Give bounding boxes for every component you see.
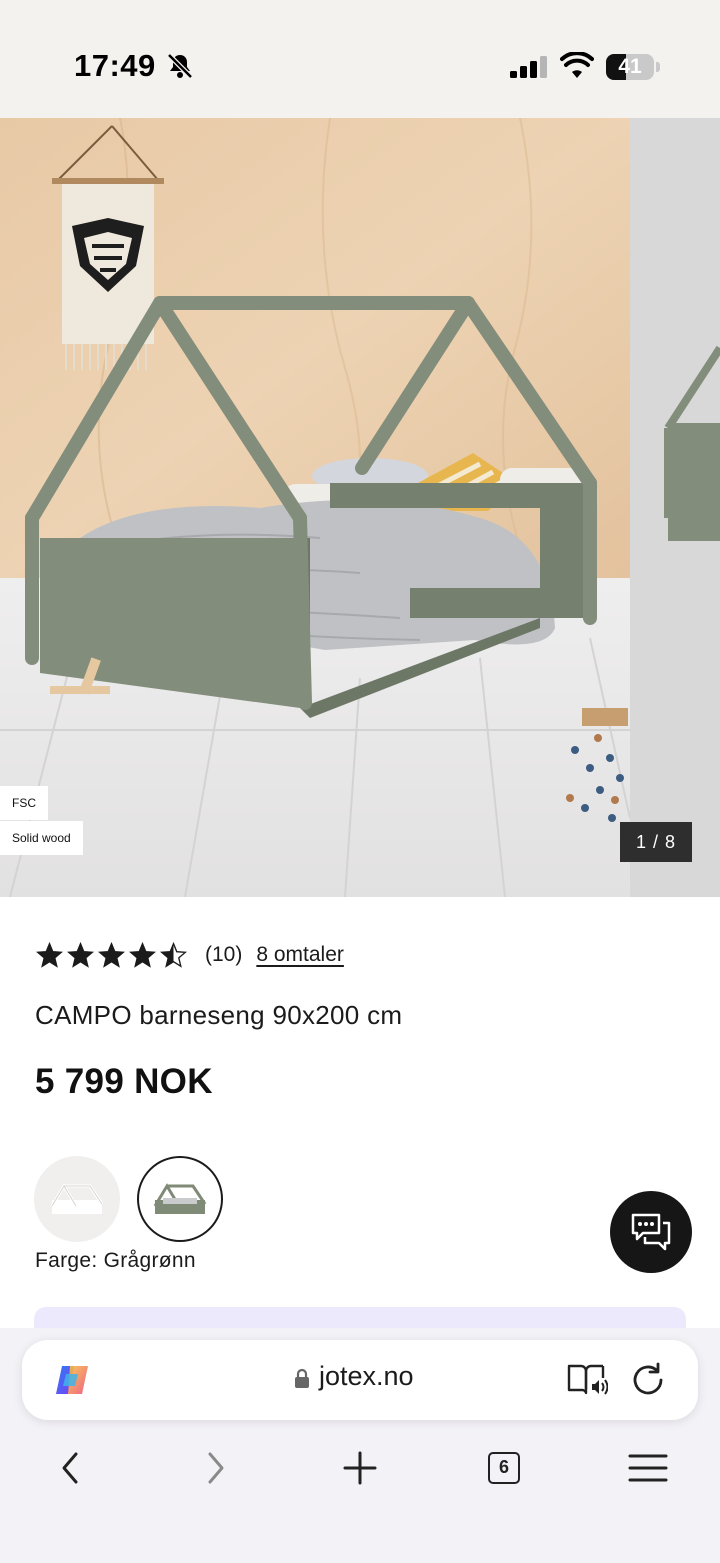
lock-icon bbox=[295, 1368, 309, 1388]
star-icon bbox=[129, 941, 156, 968]
fsc-badge: FSC bbox=[0, 786, 48, 820]
copilot-icon[interactable] bbox=[52, 1360, 92, 1400]
back-icon bbox=[62, 1452, 78, 1484]
chat-button[interactable] bbox=[610, 1191, 692, 1273]
back-button[interactable] bbox=[50, 1448, 94, 1488]
forward-button[interactable] bbox=[194, 1448, 238, 1488]
new-tab-button[interactable] bbox=[338, 1448, 382, 1488]
bed-white-thumbnail-icon bbox=[50, 1183, 104, 1214]
product-photo bbox=[0, 118, 720, 897]
star-icon bbox=[36, 941, 63, 968]
product-image-gallery[interactable]: FSC Solid wood 1 / 8 bbox=[0, 118, 720, 897]
wifi-icon bbox=[560, 52, 594, 78]
reader-mode-icon[interactable] bbox=[566, 1362, 608, 1398]
star-icon bbox=[160, 941, 187, 968]
bell-slash-icon bbox=[167, 53, 193, 79]
forward-icon bbox=[208, 1452, 224, 1484]
status-time: 17:49 bbox=[74, 48, 156, 83]
rating-count: (10) bbox=[205, 943, 243, 966]
rating-row: (10) 8 omtaler bbox=[36, 938, 344, 972]
color-swatch-graagroenn[interactable] bbox=[137, 1156, 223, 1242]
menu-button[interactable] bbox=[626, 1448, 670, 1488]
reload-icon[interactable] bbox=[628, 1360, 668, 1400]
menu-icon bbox=[628, 1454, 668, 1482]
star-rating bbox=[36, 941, 187, 969]
star-icon bbox=[98, 941, 125, 968]
tabs-button[interactable]: 6 bbox=[488, 1452, 520, 1484]
solid-wood-badge: Solid wood bbox=[0, 821, 83, 855]
battery-percentage: 41 bbox=[618, 55, 642, 78]
plus-icon bbox=[343, 1451, 377, 1485]
color-label: Farge: Grågrønn bbox=[35, 1249, 196, 1272]
image-counter: 1 / 8 bbox=[620, 822, 692, 862]
status-bar: 17:49 41 bbox=[0, 0, 720, 118]
product-title: CAMPO barneseng 90x200 cm bbox=[35, 1000, 403, 1030]
url-text[interactable]: jotex.no bbox=[319, 1361, 414, 1392]
cellular-signal-icon bbox=[510, 56, 547, 78]
product-price: 5 799 NOK bbox=[35, 1062, 213, 1101]
color-swatch-white[interactable] bbox=[34, 1156, 120, 1242]
battery-icon: 41 bbox=[606, 54, 660, 80]
reviews-link[interactable]: 8 omtaler bbox=[256, 943, 344, 967]
bed-green-thumbnail-icon bbox=[153, 1183, 207, 1214]
chat-bubbles-icon bbox=[631, 1213, 671, 1251]
star-icon bbox=[67, 941, 94, 968]
